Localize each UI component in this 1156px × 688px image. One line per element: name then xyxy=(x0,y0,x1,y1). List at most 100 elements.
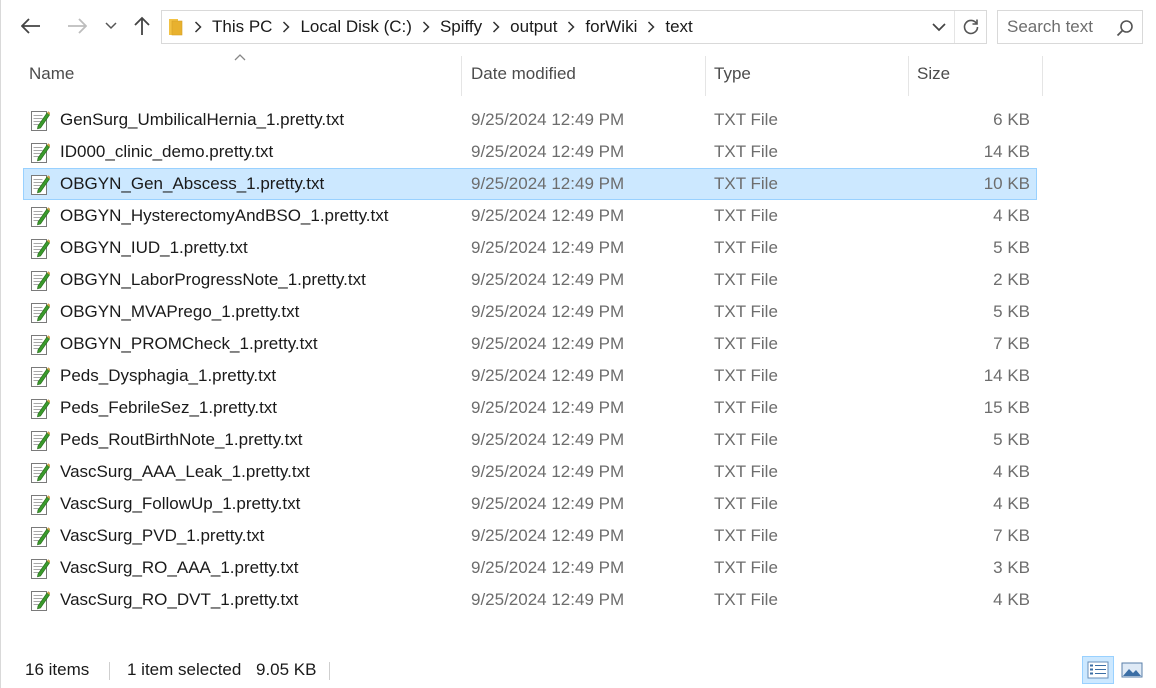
file-date-modified: 9/25/2024 12:49 PM xyxy=(471,366,625,385)
breadcrumb-separator-chevron-right-icon[interactable] xyxy=(484,21,508,33)
file-row[interactable]: VascSurg_AAA_Leak_1.pretty.txt 9/25/2024 … xyxy=(23,456,1037,488)
column-header-size[interactable]: Size xyxy=(917,52,1041,96)
breadcrumb-item[interactable]: forWiki xyxy=(583,17,639,37)
text-file-icon xyxy=(30,398,51,420)
column-divider[interactable] xyxy=(908,56,909,96)
file-date-modified: 9/25/2024 12:49 PM xyxy=(471,174,625,193)
search-box[interactable] xyxy=(997,10,1143,44)
refresh-button[interactable] xyxy=(954,11,986,43)
details-view-button[interactable] xyxy=(1082,656,1114,684)
text-file-icon xyxy=(30,142,51,164)
large-icons-view-icon xyxy=(1121,662,1143,678)
large-icons-view-button[interactable] xyxy=(1116,656,1148,684)
file-size: 5 KB xyxy=(993,238,1030,257)
file-date-modified: 9/25/2024 12:49 PM xyxy=(471,398,625,417)
file-explorer-window: This PC Local Disk (C:) Spiffy output forWik… xyxy=(0,0,1156,688)
status-bar: 16 items 1 item selected 9.05 KB xyxy=(1,652,1156,688)
file-type: TXT File xyxy=(714,462,778,481)
breadcrumb-item[interactable]: text xyxy=(663,17,694,37)
file-name: VascSurg_FollowUp_1.pretty.txt xyxy=(60,494,301,513)
text-file-icon xyxy=(30,174,51,196)
file-row[interactable]: Peds_FebrileSez_1.pretty.txt 9/25/2024 12… xyxy=(23,392,1037,424)
file-name: VascSurg_AAA_Leak_1.pretty.txt xyxy=(60,462,310,481)
back-button[interactable] xyxy=(15,11,47,41)
column-divider[interactable] xyxy=(461,56,462,96)
forward-button[interactable] xyxy=(61,11,93,41)
file-name: OBGYN_HysterectomyAndBSO_1.pretty.txt xyxy=(60,206,389,225)
file-date-modified: 9/25/2024 12:49 PM xyxy=(471,302,625,321)
breadcrumb-separator-chevron-right-icon[interactable] xyxy=(639,21,663,33)
column-header-type[interactable]: Type xyxy=(714,52,906,96)
file-name: VascSurg_PVD_1.pretty.txt xyxy=(60,526,265,545)
file-type: TXT File xyxy=(714,590,778,609)
file-list: GenSurg_UmbilicalHernia_1.pretty.txt 9/25… xyxy=(23,104,1037,616)
file-size: 7 KB xyxy=(993,334,1030,353)
text-file-icon xyxy=(30,526,51,548)
file-type: TXT File xyxy=(714,270,778,289)
file-row[interactable]: VascSurg_FollowUp_1.pretty.txt 9/25/2024 … xyxy=(23,488,1037,520)
file-type: TXT File xyxy=(714,558,778,577)
file-row[interactable]: GenSurg_UmbilicalHernia_1.pretty.txt 9/25… xyxy=(23,104,1037,136)
selection-size: 9.05 KB xyxy=(256,660,317,679)
file-type: TXT File xyxy=(714,334,778,353)
file-name: OBGYN_MVAPrego_1.pretty.txt xyxy=(60,302,300,321)
breadcrumb: This PC Local Disk (C:) Spiffy output forWik… xyxy=(186,11,695,43)
column-header-name[interactable]: Name xyxy=(29,52,459,96)
file-row[interactable]: OBGYN_PROMCheck_1.pretty.txt 9/25/2024 12… xyxy=(23,328,1037,360)
folder-icon xyxy=(168,16,186,38)
file-name: VascSurg_RO_AAA_1.pretty.txt xyxy=(60,558,299,577)
breadcrumb-item[interactable]: This PC xyxy=(210,17,274,37)
breadcrumb-item[interactable]: output xyxy=(508,17,559,37)
file-row[interactable]: OBGYN_Gen_Abscess_1.pretty.txt 9/25/2024 … xyxy=(23,168,1037,200)
file-type: TXT File xyxy=(714,494,778,513)
arrow-right-icon xyxy=(68,18,87,34)
file-row[interactable]: VascSurg_PVD_1.pretty.txt 9/25/2024 12:49… xyxy=(23,520,1037,552)
recent-locations-button[interactable] xyxy=(99,11,123,41)
file-date-modified: 9/25/2024 12:49 PM xyxy=(471,270,625,289)
file-size: 6 KB xyxy=(993,110,1030,129)
text-file-icon xyxy=(30,238,51,260)
breadcrumb-separator-chevron-right-icon[interactable] xyxy=(559,21,583,33)
file-row[interactable]: ID000_clinic_demo.pretty.txt 9/25/2024 12… xyxy=(23,136,1037,168)
column-header-date[interactable]: Date modified xyxy=(471,52,703,96)
file-row[interactable]: OBGYN_LaborProgressNote_1.pretty.txt 9/25… xyxy=(23,264,1037,296)
address-bar[interactable]: This PC Local Disk (C:) Spiffy output forWik… xyxy=(161,10,987,44)
up-button[interactable] xyxy=(128,11,156,41)
breadcrumb-separator-chevron-right-icon[interactable] xyxy=(186,21,210,33)
column-header-name-label: Name xyxy=(29,64,75,83)
file-row[interactable]: OBGYN_HysterectomyAndBSO_1.pretty.txt 9/2… xyxy=(23,200,1037,232)
column-divider[interactable] xyxy=(1042,56,1043,96)
search-input[interactable] xyxy=(1007,17,1117,37)
column-divider[interactable] xyxy=(705,56,706,96)
text-file-icon xyxy=(30,206,51,228)
breadcrumb-separator-chevron-right-icon[interactable] xyxy=(274,21,298,33)
file-row[interactable]: Peds_RoutBirthNote_1.pretty.txt 9/25/2024… xyxy=(23,424,1037,456)
file-row[interactable]: Peds_Dysphagia_1.pretty.txt 9/25/2024 12:… xyxy=(23,360,1037,392)
file-row[interactable]: OBGYN_IUD_1.pretty.txt 9/25/2024 12:49 PM… xyxy=(23,232,1037,264)
breadcrumb-item[interactable]: Spiffy xyxy=(438,17,484,37)
file-size: 14 KB xyxy=(983,142,1030,161)
navigation-bar: This PC Local Disk (C:) Spiffy output forWik… xyxy=(1,0,1156,52)
file-type: TXT File xyxy=(714,398,778,417)
address-history-button[interactable] xyxy=(926,11,952,43)
file-type: TXT File xyxy=(714,366,778,385)
breadcrumb-item[interactable]: Local Disk (C:) xyxy=(298,17,413,37)
file-row[interactable]: OBGYN_MVAPrego_1.pretty.txt 9/25/2024 12:… xyxy=(23,296,1037,328)
file-size: 15 KB xyxy=(983,398,1030,417)
file-size: 3 KB xyxy=(993,558,1030,577)
file-name: OBGYN_LaborProgressNote_1.pretty.txt xyxy=(60,270,366,289)
item-count: 16 items xyxy=(25,660,90,679)
text-file-icon xyxy=(30,334,51,356)
file-type: TXT File xyxy=(714,142,778,161)
details-view-icon xyxy=(1087,661,1109,679)
breadcrumb-separator-chevron-right-icon[interactable] xyxy=(414,21,438,33)
refresh-icon xyxy=(963,19,978,35)
file-row[interactable]: VascSurg_RO_AAA_1.pretty.txt 9/25/2024 12… xyxy=(23,552,1037,584)
file-row[interactable]: VascSurg_RO_DVT_1.pretty.txt 9/25/2024 12… xyxy=(23,584,1037,616)
search-icon[interactable] xyxy=(1116,19,1134,37)
file-date-modified: 9/25/2024 12:49 PM xyxy=(471,206,625,225)
chevron-down-icon xyxy=(932,22,946,31)
file-name: OBGYN_PROMCheck_1.pretty.txt xyxy=(60,334,318,353)
file-type: TXT File xyxy=(714,430,778,449)
file-type: TXT File xyxy=(714,206,778,225)
